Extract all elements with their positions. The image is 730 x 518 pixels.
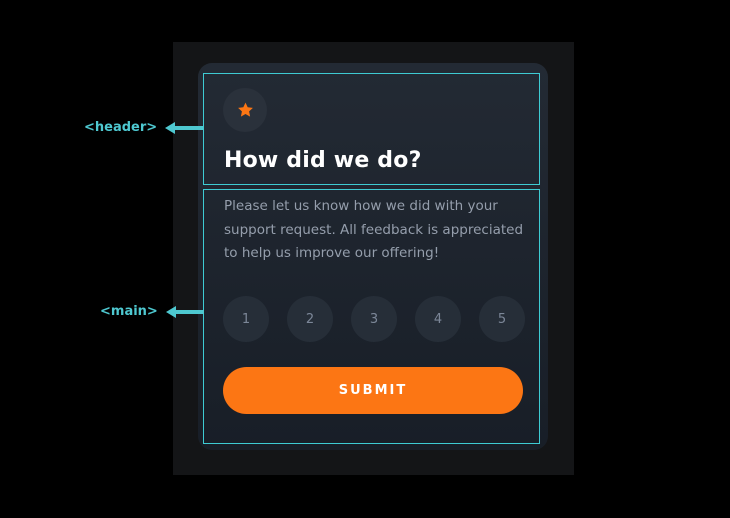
header-annotation-label: <header> [84,120,158,135]
arrow-left-icon [165,121,204,134]
main-outline [203,189,540,444]
stage: How did we do? Please let us know how we… [0,0,730,518]
main-annotation: <main> [100,304,204,319]
header-outline [203,73,540,185]
main-annotation-label: <main> [100,304,158,319]
header-annotation: <header> [84,120,204,135]
arrow-left-icon [165,305,204,318]
